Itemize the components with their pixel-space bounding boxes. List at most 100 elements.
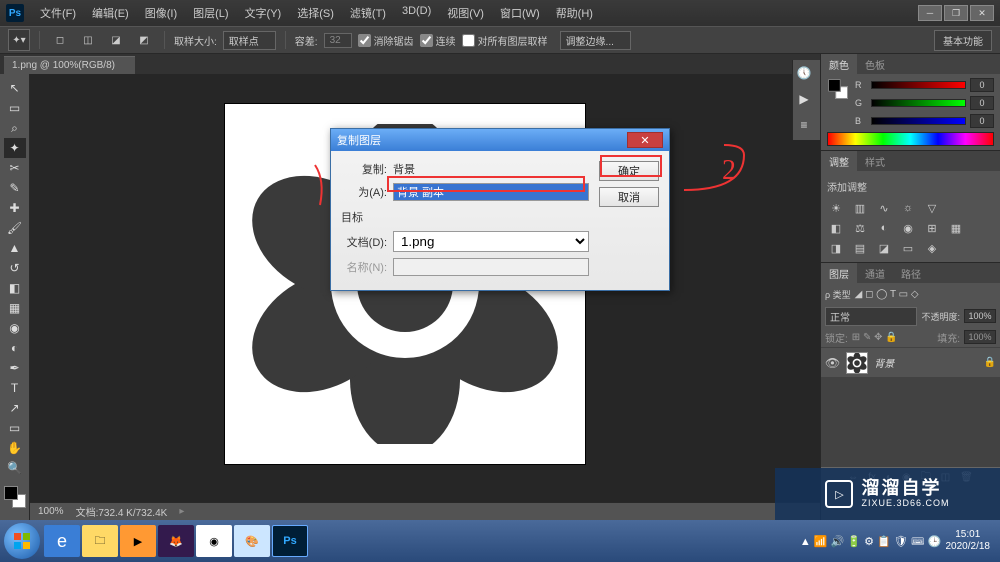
type-tool[interactable]: T [4, 378, 26, 398]
menu-select[interactable]: 选择(S) [291, 3, 340, 23]
dialog-titlebar[interactable]: 复制图层 ✕ [331, 129, 669, 151]
layer-kind-filter[interactable]: ρ 类型 [825, 288, 851, 301]
shape-tool[interactable]: ▭ [4, 418, 26, 438]
taskbar-firefox[interactable]: 🦊 [158, 525, 194, 557]
menu-view[interactable]: 视图(V) [441, 3, 490, 23]
hue-icon[interactable]: ◧ [827, 220, 845, 236]
menu-layer[interactable]: 图层(L) [187, 3, 234, 23]
all-layers-check[interactable]: 对所有图层取样 [462, 33, 548, 48]
dialog-close-button[interactable]: ✕ [627, 132, 663, 148]
lock-icons[interactable]: ⊞ ✎ ✥ 🔒 [852, 332, 898, 343]
b-value[interactable]: 0 [970, 114, 994, 128]
color-spectrum[interactable] [827, 132, 994, 146]
history-panel-icon[interactable]: 🕔 [793, 60, 815, 86]
eyedropper-tool[interactable]: ✎ [4, 178, 26, 198]
zoom-tool[interactable]: 🔍 [4, 458, 26, 478]
brightness-icon[interactable]: ☀ [827, 200, 845, 216]
contiguous-check[interactable]: 连续 [420, 33, 456, 48]
blur-tool[interactable]: ◉ [4, 318, 26, 338]
taskbar-chrome[interactable]: ◉ [196, 525, 232, 557]
pen-tool[interactable]: ✒ [4, 358, 26, 378]
blend-mode-dropdown[interactable]: 正常 [825, 307, 917, 326]
maximize-button[interactable]: ❐ [944, 5, 968, 21]
menu-3d[interactable]: 3D(D) [396, 3, 437, 23]
foreground-swatch[interactable] [4, 486, 18, 500]
properties-panel-icon[interactable]: ▶ [793, 86, 815, 112]
move-tool[interactable]: ↖ [4, 78, 26, 98]
menu-image[interactable]: 图像(I) [139, 3, 183, 23]
crop-tool[interactable]: ✂ [4, 158, 26, 178]
selective-icon[interactable]: ◈ [923, 240, 941, 256]
minimize-button[interactable]: ─ [918, 5, 942, 21]
document-tab[interactable]: 1.png @ 100%(RGB/8) [4, 56, 135, 74]
color-swatches[interactable] [4, 486, 26, 508]
r-value[interactable]: 0 [970, 78, 994, 92]
menu-type[interactable]: 文字(Y) [239, 3, 288, 23]
selection-new-icon[interactable]: ◻ [49, 29, 71, 51]
bw-icon[interactable]: ◐ [875, 220, 893, 236]
taskbar-photoshop[interactable]: Ps [272, 525, 308, 557]
menu-window[interactable]: 窗口(W) [494, 3, 546, 23]
ok-button[interactable]: 确定 [599, 161, 659, 181]
menu-help[interactable]: 帮助(H) [550, 3, 599, 23]
opacity-value[interactable]: 100% [964, 309, 996, 323]
tab-styles[interactable]: 样式 [857, 151, 893, 171]
curves-icon[interactable]: ∿ [875, 200, 893, 216]
photo-filter-icon[interactable]: ◉ [899, 220, 917, 236]
posterize-icon[interactable]: ▤ [851, 240, 869, 256]
g-slider[interactable] [871, 99, 966, 107]
selection-add-icon[interactable]: ◫ [77, 29, 99, 51]
fill-value[interactable]: 100% [964, 330, 996, 344]
start-button[interactable] [4, 523, 40, 559]
sample-size-dropdown[interactable]: 取样点 [223, 31, 276, 50]
refine-edge-button[interactable]: 调整边缘... [560, 31, 631, 50]
gradient-tool[interactable]: ▦ [4, 298, 26, 318]
balance-icon[interactable]: ⚖ [851, 220, 869, 236]
menu-filter[interactable]: 滤镜(T) [344, 3, 392, 23]
tab-paths[interactable]: 路径 [893, 263, 929, 283]
gradient-map-icon[interactable]: ▭ [899, 240, 917, 256]
tab-adjustments[interactable]: 调整 [821, 151, 857, 171]
zoom-level[interactable]: 100% [38, 506, 64, 517]
tab-swatches[interactable]: 色板 [857, 54, 893, 74]
layer-row-background[interactable]: 👁 背景 🔒 [821, 347, 1000, 377]
lasso-tool[interactable]: ⌕ [4, 118, 26, 138]
layer-thumbnail[interactable] [846, 352, 868, 374]
exposure-icon[interactable]: ☼ [899, 200, 917, 216]
tolerance-input[interactable]: 32 [324, 33, 352, 48]
r-slider[interactable] [871, 81, 966, 89]
marquee-tool[interactable]: ▭ [4, 98, 26, 118]
threshold-icon[interactable]: ◪ [875, 240, 893, 256]
selection-subtract-icon[interactable]: ◪ [105, 29, 127, 51]
path-tool[interactable]: ↗ [4, 398, 26, 418]
brush-tool[interactable]: 🖌 [4, 218, 26, 238]
document-dropdown[interactable]: 1.png [393, 231, 589, 252]
taskbar-explorer[interactable]: 🗀 [82, 525, 118, 557]
b-slider[interactable] [871, 117, 966, 125]
close-button[interactable]: ✕ [970, 5, 994, 21]
dodge-tool[interactable]: ◐ [4, 338, 26, 358]
char-panel-icon[interactable]: ≡ [793, 112, 815, 138]
lookup-icon[interactable]: ▦ [947, 220, 965, 236]
as-input[interactable] [393, 183, 589, 201]
menu-edit[interactable]: 编辑(E) [86, 3, 135, 23]
vibrance-icon[interactable]: ▽ [923, 200, 941, 216]
eraser-tool[interactable]: ◧ [4, 278, 26, 298]
workspace-switcher[interactable]: 基本功能 [934, 30, 992, 51]
layer-name[interactable]: 背景 [874, 355, 894, 370]
invert-icon[interactable]: ◨ [827, 240, 845, 256]
taskbar-paint[interactable]: 🎨 [234, 525, 270, 557]
hand-tool[interactable]: ✋ [4, 438, 26, 458]
menu-file[interactable]: 文件(F) [34, 3, 82, 23]
g-value[interactable]: 0 [970, 96, 994, 110]
clock[interactable]: 15:01 2020/2/18 [946, 529, 991, 553]
taskbar-media[interactable]: ▶ [120, 525, 156, 557]
tab-color[interactable]: 颜色 [821, 54, 857, 74]
cancel-button[interactable]: 取消 [599, 187, 659, 207]
tab-channels[interactable]: 通道 [857, 263, 893, 283]
magic-wand-tool[interactable]: ✦ [4, 138, 26, 158]
selection-intersect-icon[interactable]: ◩ [133, 29, 155, 51]
taskbar-ie[interactable]: e [44, 525, 80, 557]
visibility-toggle[interactable]: 👁 [825, 356, 840, 370]
history-brush-tool[interactable]: ↺ [4, 258, 26, 278]
